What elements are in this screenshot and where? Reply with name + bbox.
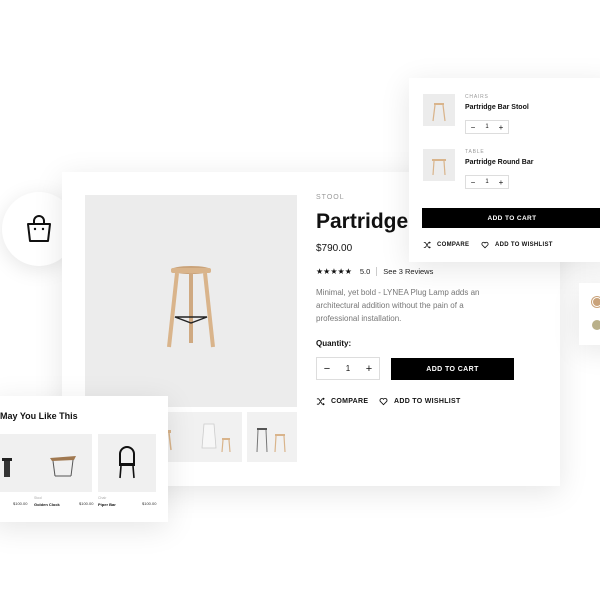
cart-item-name[interactable]: Partridge Round Bar [465, 159, 533, 166]
add-to-cart-button[interactable]: ADD TO CART [391, 358, 514, 380]
quantity-stepper: − 1 + [465, 120, 509, 134]
recommendations-title: May You Like This [0, 411, 78, 421]
product-description: Minimal, yet bold - LYNEA Plug Lamp adds… [316, 288, 480, 323]
product-thumbnail[interactable] [192, 412, 242, 462]
shuffle-icon [423, 241, 431, 249]
star-rating-icons: ★★★★★ [316, 267, 352, 276]
cart-item-image[interactable] [423, 94, 455, 126]
stools-thumb-icon [256, 428, 286, 453]
reviews-link[interactable]: See 3 Reviews [383, 267, 433, 276]
wishlist-link[interactable]: ADD TO WISHLIST [379, 397, 461, 406]
decrement-button[interactable]: − [317, 358, 337, 379]
recommended-product-name[interactable]: Piper Bar [98, 502, 116, 507]
recommended-product-image[interactable] [98, 434, 156, 492]
product-price: $790.00 [316, 243, 353, 254]
side-table-illustration [50, 456, 76, 477]
cart-item-image[interactable] [423, 149, 455, 181]
quantity-stepper: − 1 + [316, 357, 380, 380]
stool-thumb-icon [432, 103, 446, 122]
cart-item-name[interactable]: Partridge Bar Stool [465, 104, 529, 111]
recommended-product-price: $100.00 [13, 501, 28, 506]
recommended-product-category: Chair [98, 496, 107, 500]
recommendations-card: May You Like This $100.00 Stool Golden C… [0, 396, 168, 522]
recommended-product-price: $100.00 [79, 501, 94, 506]
wishlist-label: ADD TO WISHLIST [394, 398, 461, 405]
increment-button[interactable]: + [494, 176, 508, 188]
recommended-product-category: Stool [34, 496, 42, 500]
compare-label: COMPARE [437, 242, 470, 248]
rating-value: 5.0 [359, 267, 371, 276]
bar-stool-illustration [167, 266, 215, 348]
quantity-label: Quantity: [316, 339, 352, 348]
quantity-value[interactable]: 1 [480, 121, 494, 133]
shuffle-icon [316, 397, 325, 406]
product-rating: ★★★★★ 5.0 See 3 Reviews [316, 267, 433, 276]
recommended-product-image[interactable] [34, 434, 92, 492]
color-swatch[interactable] [592, 320, 600, 330]
cart-item-category: CHAIRS [465, 94, 489, 100]
shopping-bag-icon [27, 215, 51, 242]
increment-button[interactable]: + [359, 358, 379, 379]
product-thumbnail[interactable] [247, 412, 297, 462]
decrement-button[interactable]: − [466, 176, 480, 188]
product-main-image[interactable] [85, 195, 297, 407]
compare-link[interactable]: COMPARE [316, 397, 368, 406]
cart-add-to-cart-button[interactable]: ADD TO CART [422, 208, 600, 228]
recommended-product-name[interactable]: Golden Clock [34, 502, 60, 507]
cart-popup: CHAIRS Partridge Bar Stool − 1 + TABLE P… [409, 78, 600, 262]
product-title: Partridge [316, 210, 409, 233]
table-thumb-icon [432, 159, 446, 176]
increment-button[interactable]: + [494, 121, 508, 133]
cart-item-category: TABLE [465, 149, 485, 155]
room-thumb-icon [201, 423, 231, 453]
color-swatch-panel [579, 283, 600, 345]
decrement-button[interactable]: − [466, 121, 480, 133]
quantity-stepper: − 1 + [465, 175, 509, 189]
compare-label: COMPARE [331, 398, 369, 405]
product-category: STOOL [316, 194, 345, 201]
wishlist-link[interactable]: ADD TO WISHLIST [481, 241, 553, 249]
quantity-value[interactable]: 1 [337, 358, 359, 379]
heart-icon [379, 398, 388, 406]
recommended-product-image[interactable] [0, 434, 36, 492]
color-swatch[interactable] [592, 297, 600, 307]
quantity-value[interactable]: 1 [480, 176, 494, 188]
wishlist-label: ADD TO WISHLIST [495, 242, 553, 248]
heart-icon [481, 241, 489, 249]
divider [376, 267, 378, 276]
stool-illustration [2, 458, 12, 477]
chair-illustration [119, 446, 135, 479]
recommended-product-price: $100.00 [142, 501, 157, 506]
compare-link[interactable]: COMPARE [423, 241, 469, 249]
